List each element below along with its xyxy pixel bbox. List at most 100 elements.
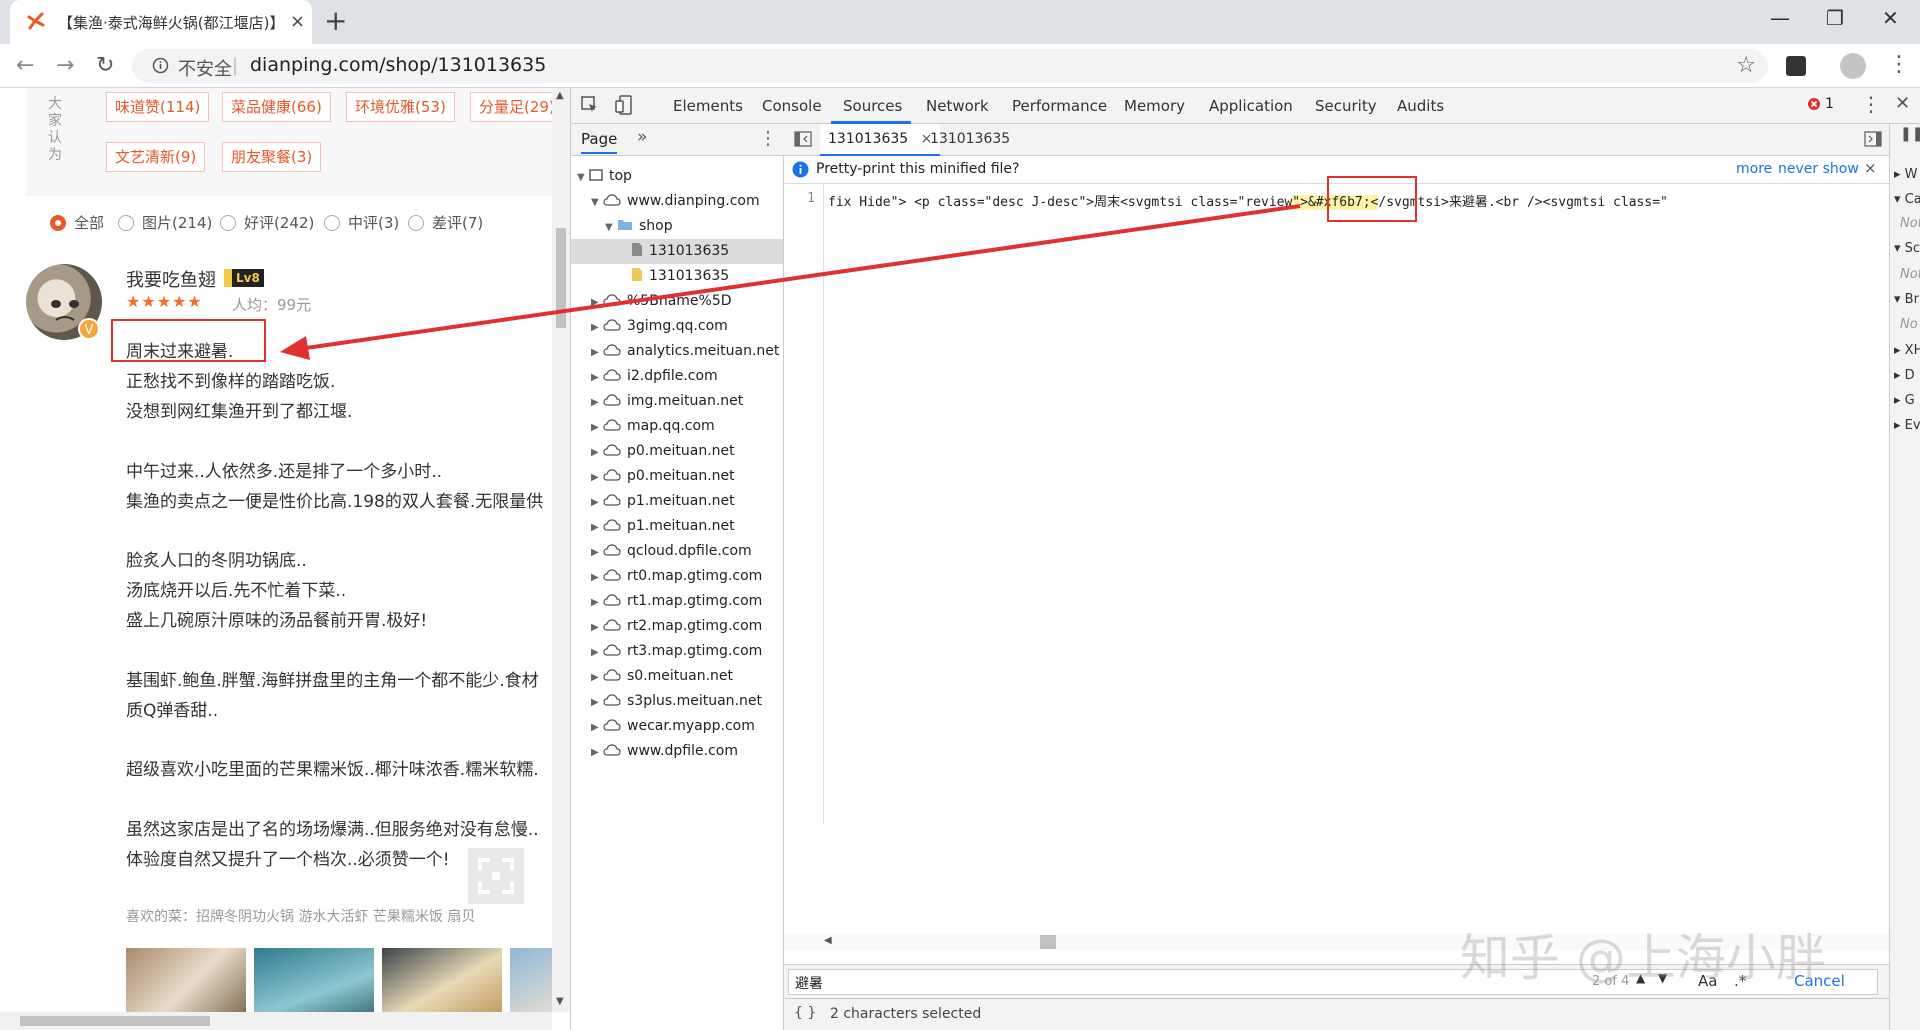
error-count[interactable]: 1 [1825,96,1834,112]
minimize-icon[interactable]: — [1770,6,1790,30]
tab-sources[interactable]: Sources [843,97,902,115]
sidebar-section-events[interactable]: ▸ Ev [1894,418,1920,433]
address-bar[interactable]: 不安全 | dianping.com/shop/131013635 ☆ [132,49,1768,83]
bookmark-star-icon[interactable]: ☆ [1736,53,1756,78]
browser-tab[interactable]: 【集渔·泰式海鲜火锅(都江堰店)】 × [10,0,312,44]
info-icon[interactable] [152,57,169,74]
collapsed-triangle-icon[interactable]: ▶ [591,740,603,765]
sidebar-section-callstack[interactable]: ▾ Ca [1894,192,1920,207]
forward-icon[interactable]: → [56,53,74,78]
extension-icon[interactable] [1786,56,1806,76]
filter-negative[interactable]: 差评(7) [408,212,483,233]
expanded-triangle-icon[interactable]: ▼ [577,165,589,190]
code-editor[interactable]: 1 fix Hide"> <p class="desc J-desc">周末<s… [784,184,1920,824]
tree-item[interactable]: ▶ p1.meituan.net [571,514,783,539]
collapsed-triangle-icon[interactable]: ▶ [591,665,603,690]
restore-icon[interactable]: ❐ [1826,6,1844,30]
infobar-never-show-link[interactable]: never show [1778,161,1859,177]
sidebar-section-global[interactable]: ▸ G [1894,393,1915,408]
collapsed-triangle-icon[interactable]: ▶ [591,290,603,315]
filter-all[interactable]: 全部 [50,212,104,233]
collapsed-triangle-icon[interactable]: ▶ [591,340,603,365]
sidebar-section-scope[interactable]: ▾ Sc [1894,241,1920,256]
reload-icon[interactable]: ↻ [96,53,114,78]
qr-code-icon[interactable] [468,848,524,904]
tree-item[interactable]: ▶ www.dpfile.com [571,739,783,764]
scroll-down-icon[interactable]: ▼ [556,996,564,1007]
navigator-menu-icon[interactable]: ⋮ [759,128,777,149]
expanded-triangle-icon[interactable]: ▼ [605,215,617,240]
collapsed-triangle-icon[interactable]: ▶ [591,690,603,715]
more-tabs-icon[interactable]: » [637,127,647,147]
pretty-print-braces-button[interactable]: { } [794,1005,816,1021]
tab-network[interactable]: Network [926,97,989,115]
tree-item[interactable]: 131013635 [571,264,783,289]
tree-item[interactable]: ▼ top [571,164,783,189]
tree-item[interactable]: ▶ p0.meituan.net [571,464,783,489]
tab-performance[interactable]: Performance [1012,97,1107,115]
sidebar-section-xhr[interactable]: ▸ XH [1894,343,1920,358]
code-line[interactable]: fix Hide"> <p class="desc J-desc">周末<svg… [828,191,1668,210]
collapsed-triangle-icon[interactable]: ▶ [591,715,603,740]
infobar-more-link[interactable]: more [1736,161,1772,177]
infobar-close-icon[interactable]: × [1864,159,1877,177]
collapsed-triangle-icon[interactable]: ▶ [591,465,603,490]
collapsed-triangle-icon[interactable]: ▶ [591,490,603,515]
tab-application[interactable]: Application [1209,97,1293,115]
tree-item[interactable]: ▶ analytics.meituan.net [571,339,783,364]
tag[interactable]: 分量足(29) [470,92,564,122]
new-tab-button[interactable]: + [324,6,347,36]
tag[interactable]: 朋友聚餐(3) [222,142,322,172]
tree-item[interactable]: ▶ p1.meituan.net [571,489,783,514]
collapsed-triangle-icon[interactable]: ▶ [591,440,603,465]
collapsed-triangle-icon[interactable]: ▶ [591,590,603,615]
scrollbar-thumb[interactable] [556,228,566,328]
tab-elements[interactable]: Elements [673,97,743,115]
collapsed-triangle-icon[interactable]: ▶ [591,390,603,415]
review-username[interactable]: 我要吃鱼翅 [126,266,216,292]
expanded-triangle-icon[interactable]: ▼ [591,190,603,215]
url-text[interactable]: dianping.com/shop/131013635 [250,54,546,76]
browser-menu-icon[interactable]: ⋮ [1888,52,1910,77]
sidebar-section-dom[interactable]: ▸ D [1894,368,1915,383]
tree-item[interactable]: ▼ www.dianping.com [571,189,783,214]
devtools-menu-icon[interactable]: ⋮ [1861,92,1881,116]
scroll-up-icon[interactable]: ▲ [556,90,564,101]
filter-positive[interactable]: 好评(242) [220,212,314,233]
tag[interactable]: 味道赞(114) [106,92,210,122]
tag[interactable]: 文艺清新(9) [106,142,206,172]
inspect-element-icon[interactable] [581,96,599,114]
tree-item[interactable]: ▶ qcloud.dpfile.com [571,539,783,564]
tag[interactable]: 环境优雅(53) [346,92,455,122]
tree-item[interactable]: ▶ rt0.map.gtimg.com [571,564,783,589]
filter-photos[interactable]: 图片(214) [118,212,212,233]
tree-item[interactable]: ▶ 3gimg.qq.com [571,314,783,339]
filter-neutral[interactable]: 中评(3) [324,212,399,233]
tree-item[interactable]: ▶ i2.dpfile.com [571,364,783,389]
tree-item[interactable]: ▶ wecar.myapp.com [571,714,783,739]
tree-item[interactable]: ▶ p0.meituan.net [571,439,783,464]
tree-item[interactable]: 131013635 [571,239,783,264]
tag[interactable]: 菜品健康(66) [222,92,331,122]
collapsed-triangle-icon[interactable]: ▶ [591,565,603,590]
close-window-icon[interactable]: ✕ [1882,6,1899,30]
tab-audits[interactable]: Audits [1397,97,1444,115]
scrollbar-thumb[interactable] [1040,935,1056,949]
tab-security[interactable]: Security [1315,97,1377,115]
collapsed-triangle-icon[interactable]: ▶ [591,515,603,540]
tree-item[interactable]: ▶ s0.meituan.net [571,664,783,689]
collapsed-triangle-icon[interactable]: ▶ [591,540,603,565]
tree-item[interactable]: ▶ rt1.map.gtimg.com [571,589,783,614]
collapsed-triangle-icon[interactable]: ▶ [591,415,603,440]
sidebar-section-watch[interactable]: ▸ W [1894,167,1918,182]
profile-avatar-icon[interactable] [1840,53,1866,79]
collapsed-triangle-icon[interactable]: ▶ [591,315,603,340]
back-icon[interactable]: ← [16,53,34,78]
editor-tab[interactable]: 131013635 [930,131,1010,147]
collapsed-triangle-icon[interactable]: ▶ [591,640,603,665]
page-horizontal-scrollbar[interactable] [0,1012,552,1030]
tree-item[interactable]: ▶ img.meituan.net [571,389,783,414]
tab-memory[interactable]: Memory [1124,97,1185,115]
collapsed-triangle-icon[interactable]: ▶ [591,365,603,390]
editor-tab[interactable]: 131013635 × [820,124,941,156]
